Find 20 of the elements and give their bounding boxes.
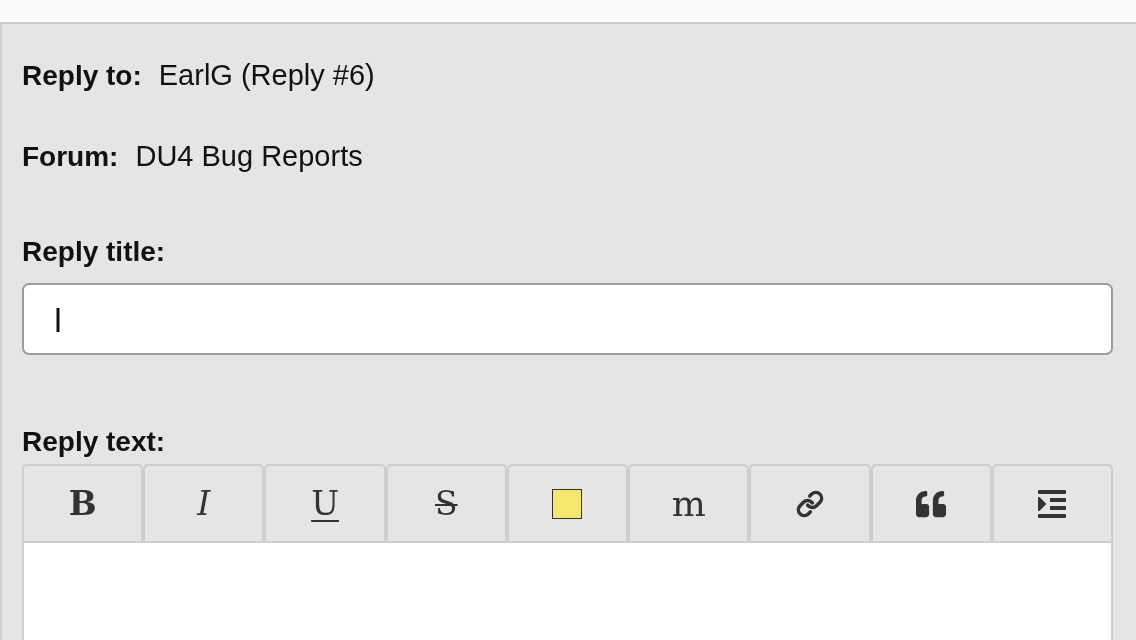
field-label: Reply text: bbox=[22, 425, 166, 459]
highlight-swatch-icon bbox=[552, 488, 583, 519]
field-value: DU4 Bug Reports bbox=[135, 139, 363, 174]
title-input-field[interactable] bbox=[22, 283, 1113, 355]
quote-icon bbox=[916, 488, 947, 519]
field-label: Reply title: bbox=[22, 235, 166, 269]
field-label: Reply to: bbox=[22, 59, 142, 93]
indent-button[interactable] bbox=[991, 464, 1113, 541]
strikethrough-button[interactable]: S bbox=[385, 464, 507, 541]
italic-button[interactable]: I bbox=[143, 464, 265, 541]
link-button[interactable] bbox=[749, 464, 871, 541]
monospace-button[interactable]: m bbox=[628, 464, 750, 541]
underline-button[interactable]: U bbox=[264, 464, 386, 541]
field-value: EarlG (Reply #6) bbox=[158, 58, 375, 93]
indent-icon bbox=[1036, 487, 1069, 520]
field-label: Forum: bbox=[22, 140, 119, 174]
reply-text-field[interactable] bbox=[22, 541, 1113, 640]
quote-button[interactable] bbox=[870, 464, 992, 541]
bold-button[interactable]: B bbox=[22, 464, 144, 541]
chain-link-icon bbox=[795, 489, 824, 518]
